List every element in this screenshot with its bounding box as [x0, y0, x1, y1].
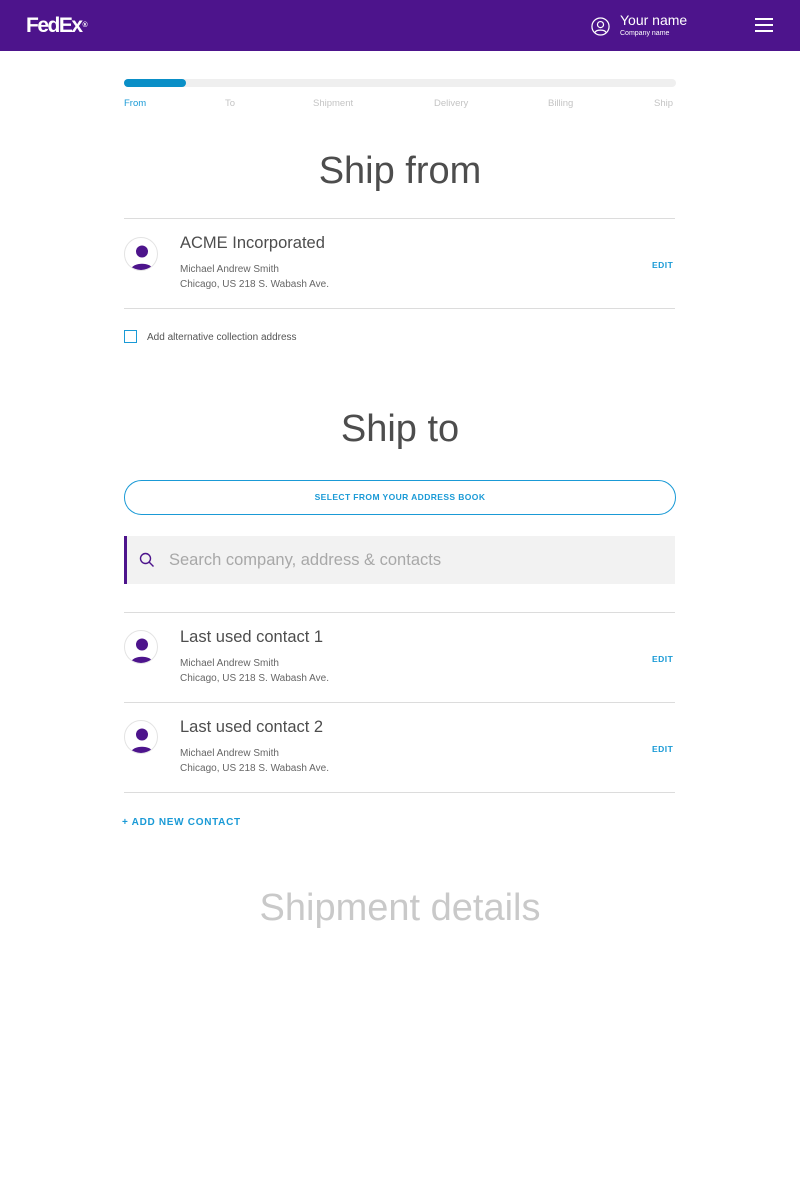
shipment-details-title: Shipment details [259, 887, 541, 929]
contact-name[interactable]: Last used contact 2 [180, 717, 323, 737]
add-new-contact-link[interactable]: + ADD NEW CONTACT [122, 817, 241, 829]
company-name: Company name [620, 30, 670, 37]
logo-registered-mark: ® [82, 22, 88, 29]
top-navigation-bar: FedEx® Your name Company name [0, 0, 800, 51]
contact-person: Michael Andrew Smith [180, 748, 279, 759]
avatar [124, 720, 158, 754]
step-shipment[interactable]: Shipment [313, 98, 353, 110]
contact-edit-link[interactable]: EDIT [652, 744, 673, 754]
ship-from-edit-link[interactable]: EDIT [652, 260, 673, 270]
progress-bar-fill [124, 79, 186, 87]
search-input[interactable] [169, 546, 659, 574]
search-icon [139, 552, 154, 567]
contact-address: Chicago, US 218 S. Wabash Ave. [180, 673, 329, 684]
step-from[interactable]: From [124, 98, 146, 110]
alt-address-label[interactable]: Add alternative collection address [147, 332, 297, 344]
step-delivery[interactable]: Delivery [434, 98, 468, 110]
fedex-logo[interactable]: FedEx® [26, 15, 88, 37]
contact-edit-link[interactable]: EDIT [652, 654, 673, 664]
contact-name[interactable]: Last used contact 1 [180, 627, 323, 647]
divider [124, 792, 675, 793]
step-billing[interactable]: Billing [548, 98, 573, 110]
address-book-button[interactable]: SELECT FROM YOUR ADDRESS BOOK [124, 480, 676, 515]
ship-from-title: Ship from [318, 150, 482, 192]
person-icon [130, 638, 154, 663]
divider [124, 308, 675, 309]
contact-address: Chicago, US 218 S. Wabash Ave. [180, 763, 329, 774]
progress-bar [124, 79, 676, 87]
person-icon [130, 245, 154, 270]
user-name[interactable]: Your name [620, 12, 687, 28]
ship-to-title: Ship to [340, 408, 460, 450]
logo-ex-text: Ex [58, 14, 83, 37]
user-circle-icon[interactable] [591, 17, 610, 36]
ship-from-contact-address: Chicago, US 218 S. Wabash Ave. [180, 279, 329, 290]
step-to[interactable]: To [225, 98, 235, 110]
logo-fed-text: Fed [26, 14, 60, 37]
search-box [124, 536, 675, 584]
divider [124, 702, 675, 703]
person-icon [130, 728, 154, 753]
hamburger-menu-icon[interactable] [755, 18, 773, 32]
divider [124, 612, 675, 613]
divider [124, 218, 675, 219]
step-ship[interactable]: Ship [654, 98, 673, 110]
alt-address-checkbox[interactable] [124, 330, 137, 343]
avatar [124, 630, 158, 664]
ship-from-contact-name: ACME Incorporated [180, 234, 325, 252]
contact-person: Michael Andrew Smith [180, 658, 279, 669]
avatar [124, 237, 158, 271]
ship-from-contact-person: Michael Andrew Smith [180, 264, 279, 275]
